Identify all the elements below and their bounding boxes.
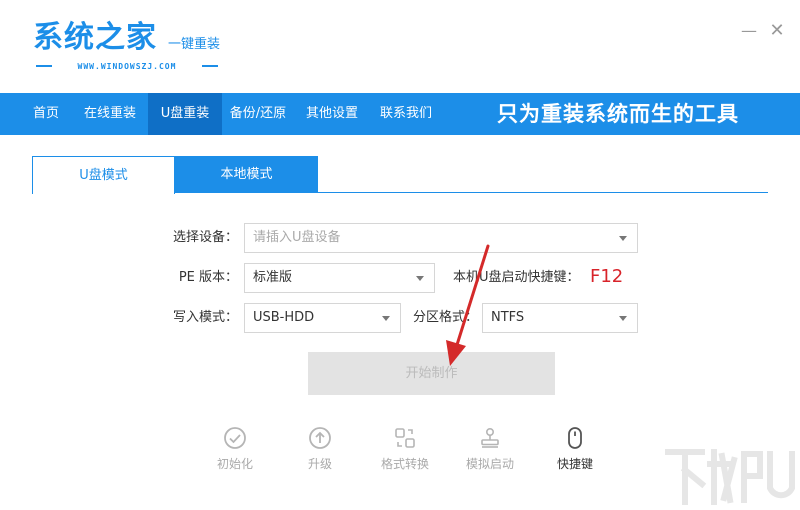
tool-label: 模拟启动: [465, 457, 514, 471]
hotkey-value: F12: [590, 266, 624, 287]
pe-version-label: PE 版本：: [178, 270, 238, 285]
tool-upgrade[interactable]: 升级: [290, 426, 350, 476]
check-circle-icon: [224, 427, 246, 449]
minimize-icon[interactable]: —: [740, 22, 758, 40]
tool-hotkey[interactable]: 快捷键: [545, 426, 605, 476]
url-dash-right: [202, 65, 218, 67]
app-header: 系统之家 一键重装 WWW.WINDOWSZJ.COM — ✕: [0, 0, 800, 93]
chevron-down-icon: [619, 236, 627, 241]
convert-icon: [395, 428, 415, 448]
tab-usb-mode[interactable]: U盘模式: [32, 156, 175, 194]
brand-subtitle: 一键重装: [168, 37, 221, 52]
nav-item-other-settings[interactable]: 其他设置: [298, 93, 366, 135]
nav-slogan: 只为重装系统而生的工具: [497, 102, 739, 126]
tool-label: 格式转换: [380, 457, 429, 471]
upload-circle-icon: [309, 427, 331, 449]
nav-item-online-reinstall[interactable]: 在线重装: [76, 93, 144, 135]
annotation-arrow-icon: [446, 244, 490, 366]
tool-simulate-boot[interactable]: 模拟启动: [460, 426, 520, 476]
tab-local-mode[interactable]: 本地模式: [175, 156, 318, 193]
device-placeholder: 请插入U盘设备: [253, 230, 341, 245]
partition-select[interactable]: NTFS: [482, 303, 638, 333]
brand-url-row: WWW.WINDOWSZJ.COM: [36, 59, 218, 73]
brand-title: 系统之家: [33, 20, 157, 55]
tool-initialize[interactable]: 初始化: [205, 426, 265, 476]
tool-label: 快捷键: [556, 457, 593, 471]
nav-item-home[interactable]: 首页: [22, 93, 70, 135]
tool-label: 升级: [307, 457, 332, 471]
brand-url: WWW.WINDOWSZJ.COM: [77, 61, 177, 71]
nav-item-backup-restore[interactable]: 备份/还原: [222, 93, 294, 135]
write-mode-select[interactable]: USB-HDD: [244, 303, 401, 333]
close-icon[interactable]: ✕: [768, 22, 786, 40]
write-mode-value: USB-HDD: [253, 310, 315, 325]
main-nav: 首页 在线重装 U盘重装 备份/还原 其他设置 联系我们 只为重装系统而生的工具: [0, 93, 800, 135]
nav-item-contact[interactable]: 联系我们: [372, 93, 440, 135]
start-make-button[interactable]: 开始制作: [308, 352, 555, 395]
device-label: 选择设备：: [172, 230, 238, 245]
nav-item-usb-reinstall[interactable]: U盘重装: [148, 93, 222, 135]
pe-version-select[interactable]: 标准版: [244, 263, 435, 293]
mouse-icon: [568, 427, 582, 449]
chevron-down-icon: [416, 276, 424, 281]
pe-version-value: 标准版: [253, 270, 293, 285]
tool-label: 初始化: [216, 457, 253, 471]
chevron-down-icon: [619, 316, 627, 321]
tool-format-convert[interactable]: 格式转换: [375, 426, 435, 476]
write-mode-label: 写入模式：: [172, 310, 238, 325]
chevron-down-icon: [382, 316, 390, 321]
url-dash-left: [36, 65, 52, 67]
watermark-logo: [665, 449, 795, 505]
stamp-icon: [481, 427, 499, 448]
